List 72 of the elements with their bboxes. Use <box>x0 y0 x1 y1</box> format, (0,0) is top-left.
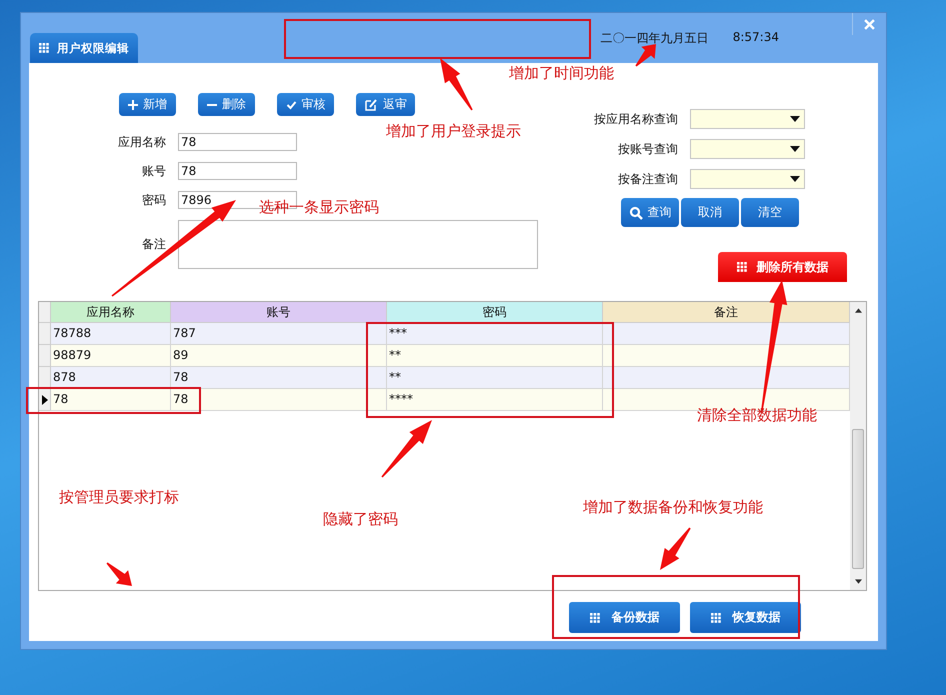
scroll-down-icon <box>854 579 862 584</box>
table-cell: 98879 <box>51 345 171 367</box>
current-row-icon <box>42 394 48 404</box>
date-text: 二〇一四年九月五日 <box>600 30 709 47</box>
table-cell: 78788 <box>51 323 171 345</box>
grid-icon <box>736 262 746 272</box>
column-header[interactable]: 账号 <box>171 302 387 323</box>
grid-icon <box>39 43 49 53</box>
footer-button[interactable]: 恢复数据 <box>690 602 801 633</box>
grid-icon <box>710 612 720 622</box>
field-label: 备注 <box>141 236 166 253</box>
query-label: 按备注查询 <box>617 170 678 188</box>
query-dropdown[interactable] <box>690 169 805 189</box>
grid-icon <box>590 612 600 622</box>
toolbar-button[interactable]: 删除 <box>198 93 255 116</box>
scroll-thumb[interactable] <box>852 429 864 569</box>
column-header[interactable]: 备注 <box>603 302 850 323</box>
annotation-text: 按管理员要求打标 <box>59 488 179 507</box>
query-button[interactable]: 查询 <box>621 198 679 227</box>
annotation-text: 隐藏了密码 <box>323 510 398 529</box>
table-cell: 787 <box>171 323 387 345</box>
dropdown-arrow-icon <box>790 116 800 122</box>
toolbar-button[interactable]: 审核 <box>277 93 334 116</box>
check-icon <box>286 100 296 110</box>
table-cell: ** <box>387 345 603 367</box>
query-label: 按账号查询 <box>617 140 678 158</box>
scroll-up-icon <box>854 308 862 313</box>
annotation-text: 增加了数据备份和恢复功能 <box>583 498 763 517</box>
annotation-text: 增加了时间功能 <box>509 64 614 83</box>
plus-icon <box>128 100 138 110</box>
table-cell: 78 <box>171 367 387 389</box>
annotation-arrow <box>381 420 432 478</box>
input-field[interactable]: 78 <box>178 133 297 151</box>
table-cell: 89 <box>171 345 387 367</box>
table-cell: 78 <box>51 389 171 411</box>
query-button[interactable]: 取消 <box>681 198 739 227</box>
annotation-text: 清除全部数据功能 <box>697 406 817 425</box>
table-cell: *** <box>387 323 603 345</box>
toolbar-button[interactable]: 返审 <box>356 93 415 116</box>
annotation-arrow <box>660 528 691 570</box>
annotation-arrow <box>106 562 132 586</box>
row-header[interactable] <box>39 389 51 411</box>
annotation-text: 增加了用户登录提示 <box>386 122 521 141</box>
table-cell: 78 <box>171 389 387 411</box>
table-cell: 878 <box>51 367 171 389</box>
annotation-arrow <box>635 44 656 66</box>
query-label: 按应用名称查询 <box>593 110 678 128</box>
toolbar-button[interactable]: 新增 <box>119 93 176 116</box>
field-label: 账号 <box>141 162 166 180</box>
table-cell: ** <box>387 367 603 389</box>
edit-icon <box>364 98 378 112</box>
field-label: 应用名称 <box>117 134 166 150</box>
input-field[interactable]: 78 <box>178 162 297 180</box>
table-cell: **** <box>387 389 603 411</box>
dropdown-arrow-icon <box>790 176 800 182</box>
annotation-arrow <box>440 58 473 110</box>
time-text: 8:57:34 <box>732 30 779 44</box>
query-dropdown[interactable] <box>690 109 805 129</box>
query-dropdown[interactable] <box>690 139 805 159</box>
grid-corner <box>39 302 51 323</box>
delete-all-button[interactable]: 删除所有数据 <box>718 252 847 282</box>
window-tab[interactable]: 用户权限编辑 <box>30 33 138 63</box>
footer-button[interactable]: 备份数据 <box>569 602 680 633</box>
column-header[interactable]: 应用名称 <box>51 302 171 323</box>
column-header[interactable]: 密码 <box>387 302 603 323</box>
close-icon <box>864 18 875 30</box>
search-icon <box>628 206 642 220</box>
query-button[interactable]: 清空 <box>741 198 799 227</box>
dropdown-arrow-icon <box>790 146 800 152</box>
scrollbar[interactable] <box>850 302 866 590</box>
note-field[interactable] <box>178 220 538 269</box>
field-label: 密码 <box>141 192 166 208</box>
